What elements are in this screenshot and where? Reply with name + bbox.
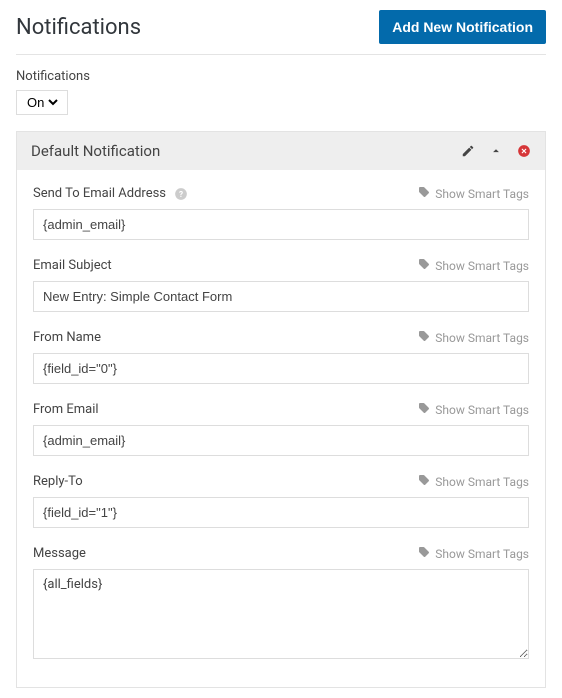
message-label: Message bbox=[33, 546, 86, 561]
smart-tags-from-email[interactable]: Show Smart Tags bbox=[418, 402, 529, 417]
collapse-icon[interactable] bbox=[489, 144, 503, 158]
tags-icon bbox=[418, 546, 430, 561]
from-name-input[interactable] bbox=[33, 353, 529, 384]
page-title: Notifications bbox=[16, 15, 141, 40]
notifications-toggle-label: Notifications bbox=[16, 69, 546, 84]
send-to-label: Send To Email Address ? bbox=[33, 186, 188, 201]
reply-to-label: Reply-To bbox=[33, 474, 83, 489]
subject-input[interactable] bbox=[33, 281, 529, 312]
notification-panel: Default Notification Send To Email Addre… bbox=[16, 131, 546, 688]
tags-icon bbox=[418, 258, 430, 273]
from-name-label: From Name bbox=[33, 330, 101, 345]
smart-tags-subject[interactable]: Show Smart Tags bbox=[418, 258, 529, 273]
smart-tags-reply-to[interactable]: Show Smart Tags bbox=[418, 474, 529, 489]
delete-icon[interactable] bbox=[517, 144, 531, 158]
tags-icon bbox=[418, 402, 430, 417]
notifications-toggle-select[interactable]: On bbox=[23, 94, 61, 111]
subject-label: Email Subject bbox=[33, 258, 112, 273]
smart-tags-send-to[interactable]: Show Smart Tags bbox=[418, 186, 529, 201]
smart-tags-message[interactable]: Show Smart Tags bbox=[418, 546, 529, 561]
from-email-input[interactable] bbox=[33, 425, 529, 456]
from-email-label: From Email bbox=[33, 402, 99, 417]
send-to-input[interactable] bbox=[33, 209, 529, 240]
edit-icon[interactable] bbox=[461, 144, 475, 158]
tags-icon bbox=[418, 330, 430, 345]
message-textarea[interactable] bbox=[33, 569, 529, 659]
panel-title: Default Notification bbox=[31, 142, 160, 160]
add-new-notification-button[interactable]: Add New Notification bbox=[379, 10, 546, 44]
smart-tags-from-name[interactable]: Show Smart Tags bbox=[418, 330, 529, 345]
tags-icon bbox=[418, 186, 430, 201]
help-icon[interactable]: ? bbox=[174, 187, 188, 201]
reply-to-input[interactable] bbox=[33, 497, 529, 528]
svg-text:?: ? bbox=[179, 188, 183, 198]
tags-icon bbox=[418, 474, 430, 489]
